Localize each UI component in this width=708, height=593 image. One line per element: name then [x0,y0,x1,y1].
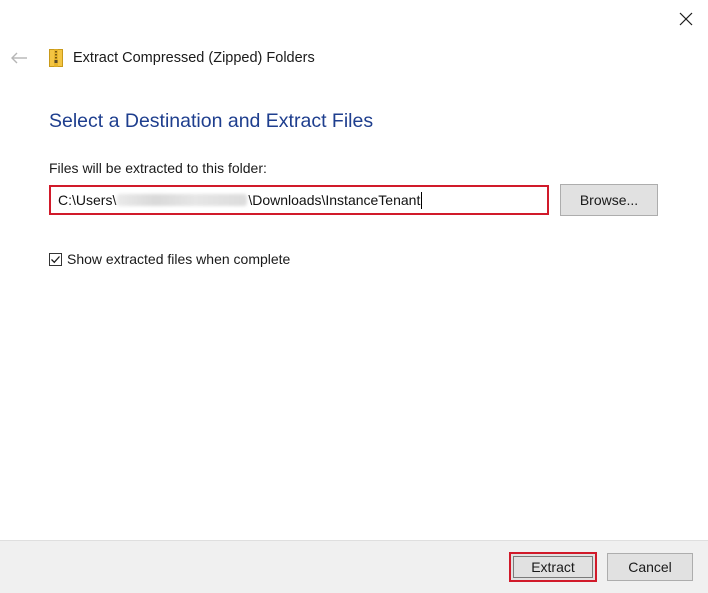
cancel-button[interactable]: Cancel [607,553,693,581]
show-files-option[interactable]: Show extracted files when complete [49,250,290,268]
show-files-checkbox[interactable] [49,252,62,266]
zip-folder-icon [49,49,63,67]
path-suffix: \Downloads\InstanceTenant [248,192,421,208]
back-arrow-icon [11,52,27,64]
close-button[interactable] [670,4,702,34]
back-button[interactable] [6,46,32,70]
page-heading: Select a Destination and Extract Files [49,110,374,132]
redacted-username [117,194,248,206]
extract-dialog: Extract Compressed (Zipped) Folders Sele… [0,0,708,593]
checkmark-icon [51,255,60,263]
path-prefix: C:\Users\ [58,192,117,208]
browse-button[interactable]: Browse... [560,184,658,216]
extract-button-label: Extract [513,556,593,578]
title-bar: Extract Compressed (Zipped) Folders [49,46,315,70]
extract-button[interactable]: Extract [509,552,597,582]
dialog-footer [0,540,708,593]
text-caret [421,191,423,209]
close-icon [679,12,693,26]
destination-label: Files will be extracted to this folder: [49,160,267,176]
show-files-label: Show extracted files when complete [67,251,291,267]
destination-path-input[interactable]: C:\Users\ \Downloads\InstanceTenant [49,185,549,215]
window-title: Extract Compressed (Zipped) Folders [73,50,315,66]
